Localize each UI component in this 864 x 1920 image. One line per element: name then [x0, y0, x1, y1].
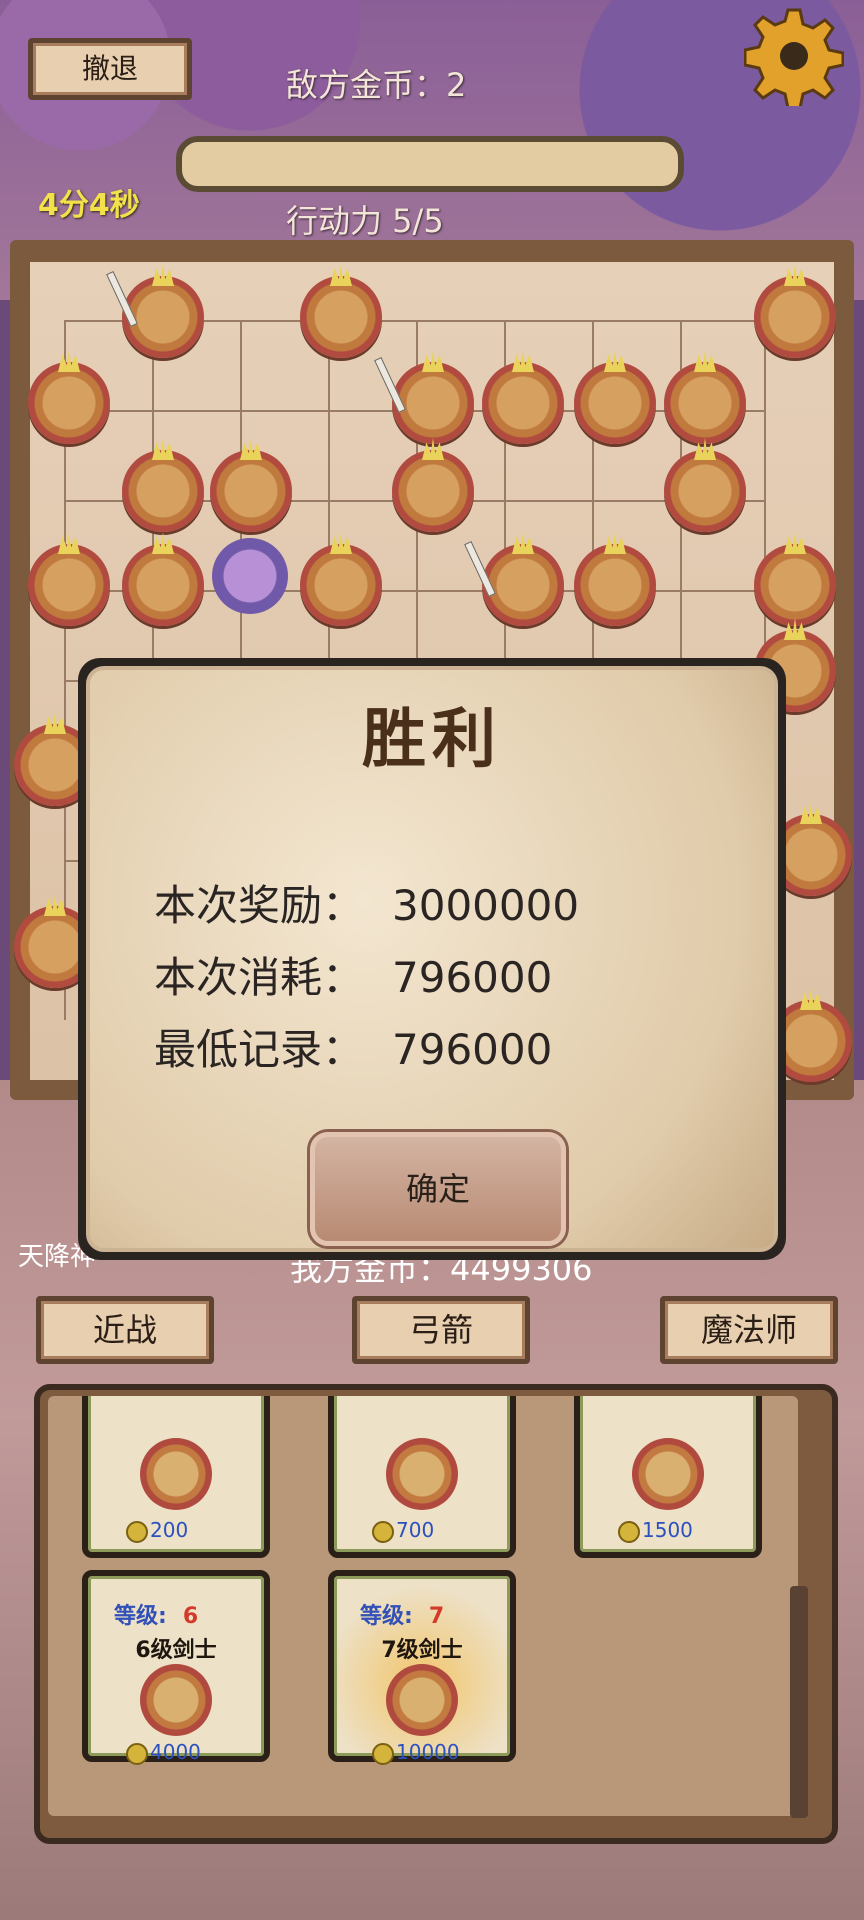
coin-icon — [126, 1742, 148, 1765]
unit-card[interactable]: 1500 — [574, 1396, 762, 1558]
coin-icon — [618, 1520, 640, 1543]
reward-value: 3000000 — [392, 881, 580, 930]
enemy-unit-token[interactable] — [392, 362, 474, 444]
enemy-progress-bar — [176, 136, 684, 192]
confirm-button[interactable]: 确定 — [310, 1132, 566, 1246]
enemy-unit-token[interactable] — [482, 544, 564, 626]
enemy-unit-token[interactable] — [300, 544, 382, 626]
enemy-unit-token[interactable] — [754, 544, 836, 626]
unit-card[interactable]: 700 — [328, 1396, 516, 1558]
level-value: 7 — [428, 1604, 445, 1629]
unit-shop-list[interactable]: 200 700 1500 等级: 6 6级剑士 4000 等级: 7 7级剑士 10… — [48, 1396, 798, 1816]
record-value: 796000 — [392, 1025, 553, 1074]
hero-unit[interactable] — [212, 538, 288, 614]
unit-price: 1500 — [642, 1518, 693, 1542]
unit-card[interactable]: 200 — [82, 1396, 270, 1558]
enemy-unit-token[interactable] — [754, 276, 836, 358]
coin-icon — [372, 1520, 394, 1543]
enemy-unit-token[interactable] — [28, 362, 110, 444]
unit-card[interactable]: 等级: 7 7级剑士 10000 — [328, 1570, 516, 1765]
enemy-gold-text: 敌方金币：2 — [286, 66, 467, 104]
action-points-text: 行动力 5/5 — [286, 202, 444, 240]
gear-icon[interactable] — [744, 6, 844, 106]
swordsman-token-icon — [632, 1438, 704, 1510]
unit-price: 200 — [150, 1518, 189, 1542]
level-label: 等级: — [114, 1604, 167, 1629]
enemy-unit-token[interactable] — [482, 362, 564, 444]
swordsman-token-icon — [140, 1664, 212, 1736]
swordsman-token-icon — [140, 1438, 212, 1510]
dialog-title: 胜利 — [362, 702, 502, 777]
coin-icon — [372, 1742, 394, 1765]
level-value: 6 — [182, 1604, 199, 1629]
enemy-unit-token[interactable] — [28, 544, 110, 626]
unit-price: 10000 — [396, 1740, 460, 1764]
retreat-button[interactable]: 撤退 — [28, 38, 192, 100]
swordsman-token-icon — [386, 1438, 458, 1510]
unit-price: 700 — [396, 1518, 435, 1542]
enemy-unit-token[interactable] — [664, 450, 746, 532]
reward-label: 本次奖励： — [154, 881, 365, 930]
reward-row: 本次奖励： 3000000 — [154, 872, 579, 933]
unit-name: 7级剑士 — [381, 1638, 463, 1663]
enemy-unit-token[interactable] — [300, 276, 382, 358]
enemy-unit-token[interactable] — [392, 450, 474, 532]
enemy-unit-token[interactable] — [664, 362, 746, 444]
unit-price: 4000 — [150, 1740, 201, 1764]
enemy-unit-token[interactable] — [574, 362, 656, 444]
unit-name: 6级剑士 — [135, 1638, 217, 1663]
tab-archer[interactable]: 弓箭 — [352, 1296, 530, 1364]
tab-melee[interactable]: 近战 — [36, 1296, 214, 1364]
enemy-unit-token[interactable] — [210, 450, 292, 532]
cost-label: 本次消耗： — [154, 953, 365, 1002]
coin-icon — [126, 1520, 148, 1543]
cost-value: 796000 — [392, 953, 553, 1002]
tab-mage[interactable]: 魔法师 — [660, 1296, 838, 1364]
record-row: 最低记录： 796000 — [154, 1016, 552, 1077]
enemy-unit-token[interactable] — [122, 450, 204, 532]
level-label: 等级: — [360, 1604, 413, 1629]
unit-card[interactable]: 等级: 6 6级剑士 4000 — [82, 1570, 270, 1765]
battle-timer: 4分4秒 — [38, 188, 140, 223]
swordsman-token-icon — [386, 1664, 458, 1736]
enemy-unit-token[interactable] — [122, 544, 204, 626]
enemy-unit-token[interactable] — [574, 544, 656, 626]
record-label: 最低记录： — [154, 1025, 365, 1074]
cost-row: 本次消耗： 796000 — [154, 944, 552, 1005]
shop-scrollbar[interactable] — [790, 1586, 808, 1818]
